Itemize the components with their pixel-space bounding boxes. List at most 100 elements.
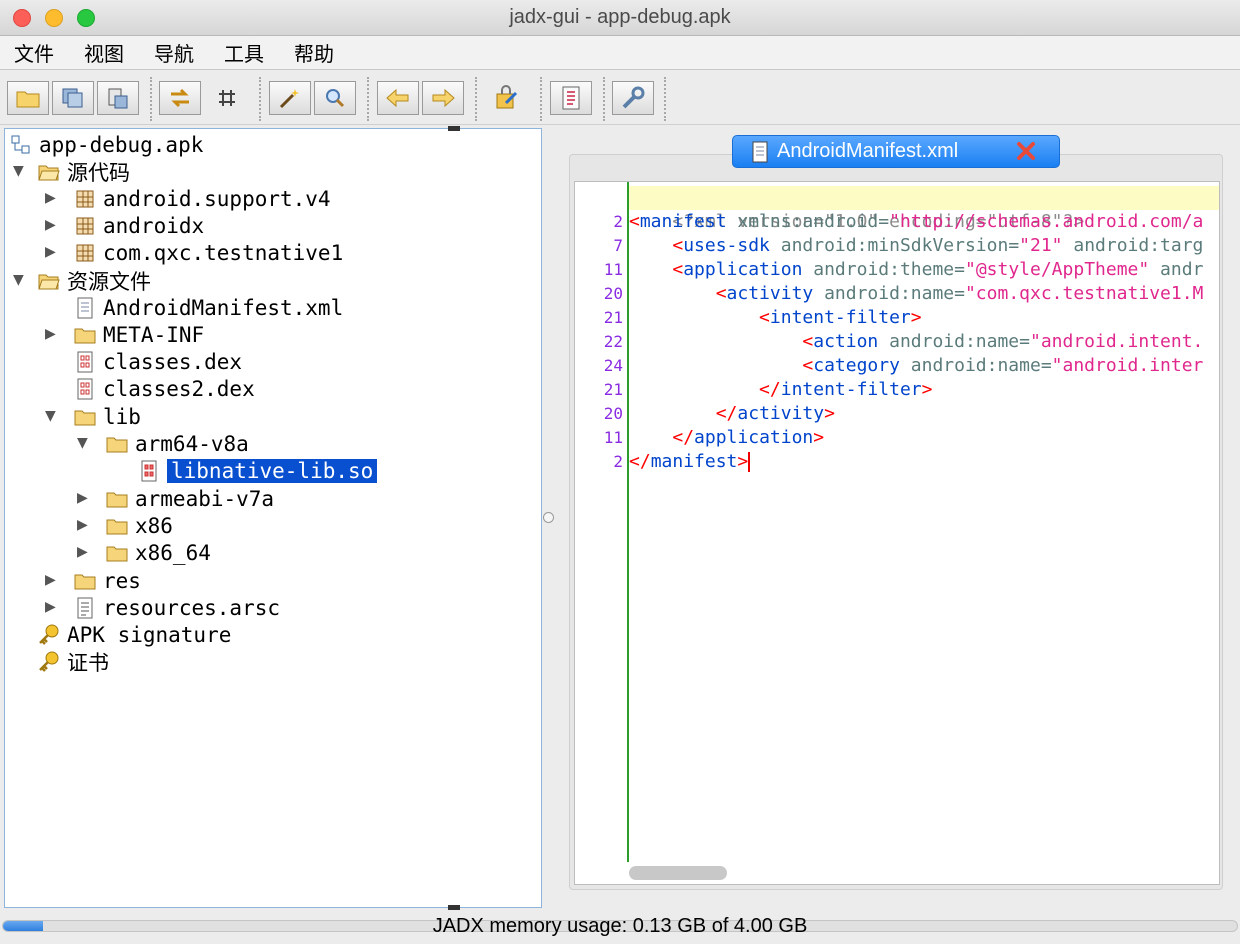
tree-item-manifest[interactable]: AndroidManifest.xml [73, 294, 343, 321]
menu-file[interactable]: 文件 [14, 38, 54, 67]
dex-file-icon [73, 377, 97, 401]
tree-item-label: 资源文件 [67, 269, 151, 294]
tree-item-certificate[interactable]: 证书 [37, 648, 109, 675]
project-tree[interactable]: app-debug.apk ▼ 源代码 ▶ android.support.v4… [4, 128, 542, 908]
collapsed-arrow-icon[interactable]: ▶ [77, 544, 93, 560]
line-number: 21 [603, 308, 623, 327]
tree-item-arm64[interactable]: ▼ arm64-v8a [77, 430, 249, 457]
package-icon [73, 187, 97, 211]
tree-item-libnative-selected[interactable]: libnative-lib.so [137, 457, 378, 484]
collapsed-arrow-icon[interactable]: ▶ [45, 326, 61, 342]
tab-androidmanifest[interactable]: AndroidManifest.xml [732, 135, 1060, 168]
tree-item-apk-signature[interactable]: APK signature [37, 621, 231, 648]
tree-item-label: app-debug.apk [39, 132, 204, 157]
line-number: 21 [603, 380, 623, 399]
close-tab-button[interactable] [1015, 140, 1037, 166]
tree-item-resources-arsc[interactable]: ▶ resources.arsc [45, 594, 280, 621]
xml-file-icon [73, 296, 97, 320]
tree-item-lib[interactable]: ▼ lib [45, 403, 141, 430]
text-caret [748, 452, 751, 472]
tree-item-label: resources.arsc [103, 595, 281, 620]
open-folder-icon [37, 160, 61, 184]
expanded-arrow-icon[interactable]: ▼ [13, 272, 29, 288]
toolbar-separator [150, 77, 152, 121]
save-all-button[interactable] [52, 81, 94, 115]
menu-help[interactable]: 帮助 [294, 38, 334, 67]
flatten-packages-button[interactable] [206, 81, 248, 115]
line-number: 11 [603, 428, 623, 447]
toolbar-separator [367, 77, 369, 121]
sync-button[interactable] [159, 81, 201, 115]
toolbar-separator [475, 77, 477, 121]
tree-item-meta-inf[interactable]: ▶ META-INF [45, 321, 204, 348]
window-title: jadx-gui - app-debug.apk [509, 6, 731, 28]
expanded-arrow-icon[interactable]: ▼ [77, 435, 93, 451]
code-line: </application> [672, 427, 825, 448]
split-divider-grip[interactable] [543, 512, 554, 523]
open-file-icon [16, 91, 40, 108]
line-number: 20 [603, 404, 623, 423]
preferences-button[interactable] [612, 81, 654, 115]
package-icon [73, 214, 97, 238]
folder-icon [105, 432, 129, 456]
class-search-button[interactable] [314, 81, 356, 115]
status-bar: JADX memory usage: 0.13 GB of 4.00 GB [0, 910, 1240, 944]
collapsed-arrow-icon[interactable]: ▶ [45, 244, 61, 260]
collapsed-arrow-icon[interactable]: ▶ [77, 517, 93, 533]
tree-item-classes-dex[interactable]: classes.dex [73, 348, 242, 375]
tree-item-x86[interactable]: ▶ x86 [77, 512, 173, 539]
log-icon [562, 86, 580, 110]
tree-item-label: armeabi-v7a [135, 486, 275, 511]
tree-item-res[interactable]: ▶ res [45, 567, 141, 594]
collapsed-arrow-icon[interactable]: ▶ [45, 190, 61, 206]
menu-navigation[interactable]: 导航 [154, 38, 194, 67]
collapsed-arrow-icon[interactable]: ▶ [45, 599, 61, 615]
collapsed-arrow-icon[interactable]: ▶ [45, 572, 61, 588]
tree-item-label: x86_64 [135, 540, 211, 565]
log-viewer-button[interactable] [550, 81, 592, 115]
binary-file-icon [137, 459, 161, 483]
line-number: 11 [603, 260, 623, 279]
tree-item-package[interactable]: ▶ androidx [45, 212, 204, 239]
code-line: <category android:name="android.inter [802, 355, 1204, 376]
split-handle-top[interactable] [448, 126, 460, 131]
expanded-arrow-icon[interactable]: ▼ [13, 163, 29, 179]
tree-item-classes2-dex[interactable]: classes2.dex [73, 375, 255, 402]
expanded-arrow-icon[interactable]: ▼ [45, 408, 61, 424]
tree-item-package[interactable]: ▶ android.support.v4 [45, 185, 331, 212]
collapsed-arrow-icon[interactable]: ▶ [45, 217, 61, 233]
horizontal-scrollbar[interactable] [629, 866, 727, 880]
code-editor[interactable]: 2 7 11 20 21 22 24 21 20 11 2 <?xml vers… [574, 181, 1220, 885]
tree-item-label: classes.dex [103, 349, 243, 374]
tree-item-label: META-INF [103, 322, 205, 347]
menu-view[interactable]: 视图 [84, 38, 124, 67]
decompile-all-button[interactable] [486, 81, 528, 115]
tree-item-package[interactable]: ▶ com.qxc.testnative1 [45, 239, 343, 266]
tree-item-label: res [103, 568, 141, 593]
xml-file-icon [752, 141, 768, 162]
key-icon [37, 650, 61, 674]
tree-item-armeabi[interactable]: ▶ armeabi-v7a [77, 485, 274, 512]
folder-icon [73, 405, 97, 429]
menu-tools[interactable]: 工具 [224, 38, 264, 67]
wand-icon [279, 89, 299, 109]
tree-item-label: 证书 [67, 650, 109, 675]
code-line: <action android:name="android.intent. [802, 331, 1204, 352]
tree-item-label: classes2.dex [103, 376, 255, 401]
forward-button[interactable] [422, 81, 464, 115]
tree-item-label: x86 [135, 513, 173, 538]
tree-item-source-code[interactable]: ▼ 源代码 [13, 158, 130, 185]
line-number: 2 [613, 452, 623, 471]
search-icon [326, 89, 345, 108]
tree-item-root[interactable]: app-debug.apk [9, 131, 203, 158]
open-file-button[interactable] [7, 81, 49, 115]
resources-folder-icon [37, 269, 61, 293]
tree-item-resources[interactable]: ▼ 资源文件 [13, 267, 151, 294]
close-icon [1017, 142, 1035, 160]
back-button[interactable] [377, 81, 419, 115]
toolbar [0, 71, 1240, 125]
tree-item-x86-64[interactable]: ▶ x86_64 [77, 539, 211, 566]
text-search-button[interactable] [269, 81, 311, 115]
export-button[interactable] [97, 81, 139, 115]
collapsed-arrow-icon[interactable]: ▶ [77, 490, 93, 506]
